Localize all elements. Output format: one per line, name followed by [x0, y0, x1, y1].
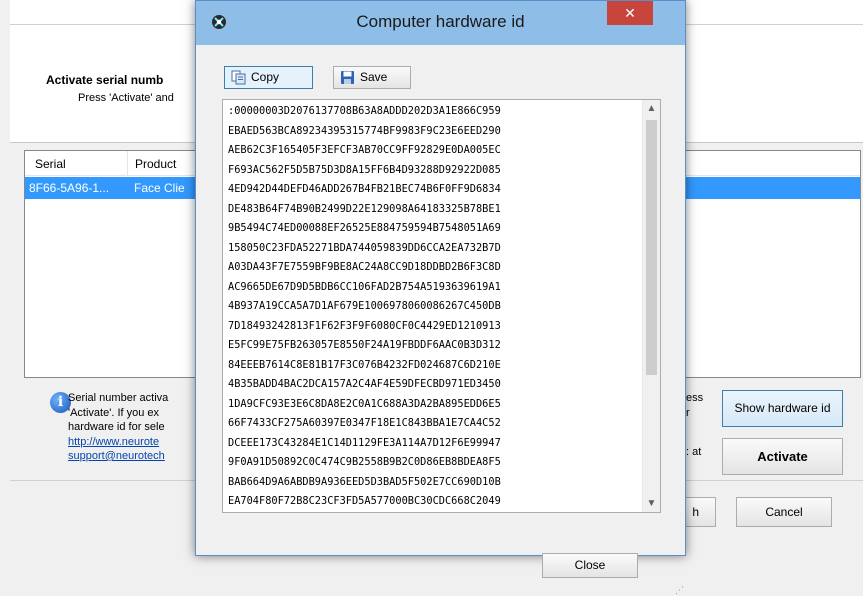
- hardware-id-line: 9B5494C74ED00088EF26525E884759594B754805…: [228, 222, 501, 234]
- column-header-serial[interactable]: Serial: [35, 157, 66, 171]
- product-cell: Face Clie: [134, 181, 185, 195]
- scroll-down-icon[interactable]: ▼: [643, 495, 660, 512]
- hardware-id-line: DE483B64F74B90B2499D22E129098A64183325B7…: [228, 202, 501, 215]
- hardware-id-line: E5FC99E75FB263057E8550F24A19FBDDF6AAC0B3…: [228, 339, 501, 351]
- activate-button[interactable]: Activate: [722, 438, 843, 475]
- hardware-id-line: AEB62C3F165405F3EFCF3AB70CC9FF92829E0DA0…: [228, 144, 501, 156]
- save-button[interactable]: Save: [333, 66, 411, 89]
- hardware-id-line: 158050C23FDA52271BDA744059839DD6CCA2EA73…: [228, 241, 501, 254]
- activation-heading: Activate serial numb: [46, 73, 164, 87]
- resize-grip-icon[interactable]: ⋰: [675, 585, 684, 596]
- hardware-id-line: A03DA43F7E7559BF9BE8AC24A8CC9D18DDBD2B6F…: [228, 261, 501, 273]
- activation-info-text: Serial number activa 'Activate'. If you …: [68, 391, 168, 464]
- hardware-id-dialog: Computer hardware id ✕ Copy Save:000000…: [195, 0, 686, 595]
- hardware-id-line: F693AC562F5D5B75D3D8A15FF6B4D93288D92922…: [228, 163, 501, 176]
- dialog-body: Copy Save :00000003D2076137708B63A8ADDD2…: [203, 45, 684, 595]
- info-text-right: ess r: [686, 391, 703, 420]
- serial-cell: 8F66-5A96-1...: [29, 181, 110, 195]
- close-icon[interactable]: ✕: [607, 1, 653, 25]
- dialog-titlebar[interactable]: Computer hardware id ✕: [196, 1, 685, 45]
- scrollbar-thumb[interactable]: [646, 120, 657, 375]
- vertical-scrollbar[interactable]: ▲ ▼: [642, 100, 660, 512]
- hardware-id-text: :00000003D2076137708B63A8ADDD202D3A1E866…: [228, 102, 501, 512]
- support-email-link[interactable]: support@neurotech: [68, 449, 168, 464]
- website-link[interactable]: http://www.neurote: [68, 435, 168, 450]
- hardware-id-line: :00000003D2076137708B63A8ADDD202D3A1E866…: [228, 105, 501, 117]
- save-icon: [340, 70, 355, 85]
- hardware-id-line: AC9665DE67D9D5BDB6CC106FAD2B754A51936396…: [228, 280, 501, 293]
- column-divider: [127, 151, 128, 175]
- column-header-product[interactable]: Product: [135, 157, 176, 171]
- hardware-id-line: 4B937A19CCA5A7D1AF679E1006978060086267C4…: [228, 300, 501, 312]
- info-right-line: r: [686, 406, 690, 419]
- copy-icon: [231, 70, 246, 85]
- hardware-id-line: EBAED563BCA89234395315774BF9983F9C23E6EE…: [228, 124, 501, 137]
- hardware-id-line: 7D18493242813F1F62F3F9F6080CF0C4429ED121…: [228, 319, 501, 332]
- save-label: Save: [360, 70, 388, 84]
- hardware-id-line: BAB664D9A6ABDB9A936EED5D3BAD5F502E7CC690…: [228, 475, 501, 488]
- info-line: Serial number activa: [68, 392, 169, 404]
- hardware-id-line: 1DA9CFC93E3E6C8DA8E2C0A1C688A3DA2BA895ED…: [228, 397, 501, 410]
- info-line: hardware id for sele: [68, 421, 165, 433]
- copy-button[interactable]: Copy: [224, 66, 313, 89]
- copy-label: Copy: [251, 70, 280, 84]
- show-hardware-id-button[interactable]: Show hardware id: [722, 390, 843, 427]
- hardware-id-line: 4B35BADD4BAC2DCA157A2C4AF4E59DFECBD971ED…: [228, 378, 501, 390]
- hardware-id-line: 84EEEB7614C8E81B17F3C076B4232FD024687C6D…: [228, 358, 501, 371]
- info-at-text: : at: [686, 446, 702, 458]
- hardware-id-line: 9F0A91D50892C0C474C9B2558B9B2C0D86EB8BDE…: [228, 456, 501, 468]
- activation-subheading: Press 'Activate' and: [78, 92, 174, 104]
- scroll-up-icon[interactable]: ▲: [643, 100, 660, 117]
- hardware-id-line: 4ED942D44DEFD46ADD267B4FB21BEC74B6F0FF9D…: [228, 183, 501, 195]
- hardware-id-line: DCEEE173C43284E1C14D1129FE3A114A7D12F6E9…: [228, 436, 501, 449]
- cancel-button[interactable]: Cancel: [736, 497, 832, 527]
- hardware-id-line: EA704F80F72B8C23CF3FD5A577000BC30CDC668C…: [228, 495, 501, 507]
- info-right-line: ess: [686, 392, 704, 404]
- info-line: 'Activate'. If you ex: [68, 406, 160, 419]
- hardware-id-line: 66F7433CF275A60397E0347F18E1C843BBA1E7CA…: [228, 417, 501, 429]
- hardware-id-textarea[interactable]: :00000003D2076137708B63A8ADDD202D3A1E866…: [222, 99, 661, 513]
- close-button[interactable]: Close: [542, 553, 638, 578]
